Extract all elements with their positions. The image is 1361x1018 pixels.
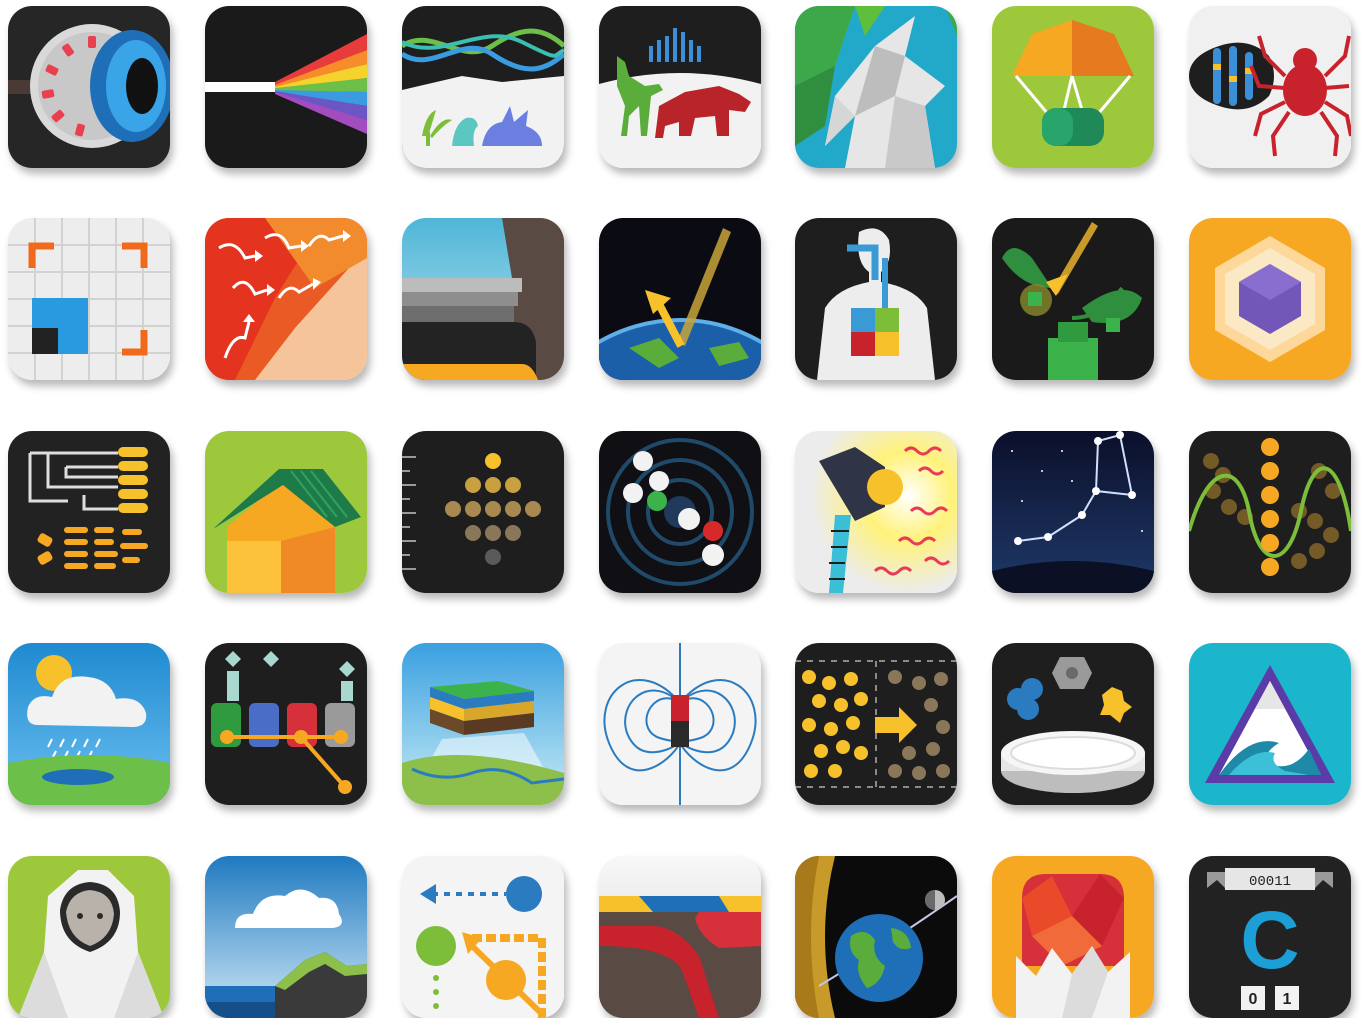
chromosome-spider-icon[interactable] (1189, 6, 1351, 168)
house-icon[interactable] (205, 431, 367, 593)
eggshell-crack-icon[interactable] (992, 856, 1154, 1018)
glacier-valley-icon[interactable] (402, 218, 564, 380)
fossil-record-icon[interactable] (599, 6, 761, 168)
coastal-landscape-icon[interactable] (205, 856, 367, 1018)
dot-diamond-scale-icon[interactable] (402, 431, 564, 593)
parachute-supply-icon[interactable] (992, 6, 1154, 168)
hexagon-crystal-icon[interactable] (1189, 218, 1351, 380)
rain-cloud-icon[interactable] (8, 643, 170, 805)
molecule-orbit-icon[interactable] (599, 431, 761, 593)
rock-layers-icon[interactable] (402, 643, 564, 805)
mountain-wave-icon[interactable] (1189, 643, 1351, 805)
prism-rainbow-icon[interactable] (205, 6, 367, 168)
constellation-icon[interactable] (992, 431, 1154, 593)
bit-left: 0 (1249, 991, 1258, 1008)
magnet-field-icon[interactable] (599, 643, 761, 805)
eye-icon[interactable] (8, 6, 170, 168)
petri-dish-icon[interactable] (992, 643, 1154, 805)
lamp-heat-icon[interactable] (795, 431, 957, 593)
natural-selection-icon[interactable] (402, 6, 564, 168)
heat-flow-icon[interactable] (205, 218, 367, 380)
bit-right: 1 (1283, 991, 1292, 1008)
earth-radiation-icon[interactable] (599, 218, 761, 380)
binary-counter-icon[interactable]: 00011 C 0 1 (1189, 856, 1351, 1018)
human-body-organs-icon[interactable] (795, 218, 957, 380)
plant-blocks-icon[interactable] (992, 218, 1154, 380)
register-value: 00011 (1249, 874, 1291, 890)
wave-particles-icon[interactable] (1189, 431, 1351, 593)
origami-unicorn-icon[interactable] (795, 6, 957, 168)
vector-motion-icon[interactable] (402, 856, 564, 1018)
app-icon-grid: 00011 C 0 1 (0, 0, 1361, 1018)
astronaut-icon[interactable] (8, 856, 170, 1018)
particle-diffusion-icon[interactable] (795, 643, 957, 805)
code-blocks-icon[interactable] (205, 643, 367, 805)
earth-moon-orbit-icon[interactable] (795, 856, 957, 1018)
counter-letter: C (1240, 895, 1299, 986)
tectonic-plates-icon[interactable] (599, 856, 761, 1018)
grid-selection-icon[interactable] (8, 218, 170, 380)
phylogenetic-tree-icon[interactable] (8, 431, 170, 593)
